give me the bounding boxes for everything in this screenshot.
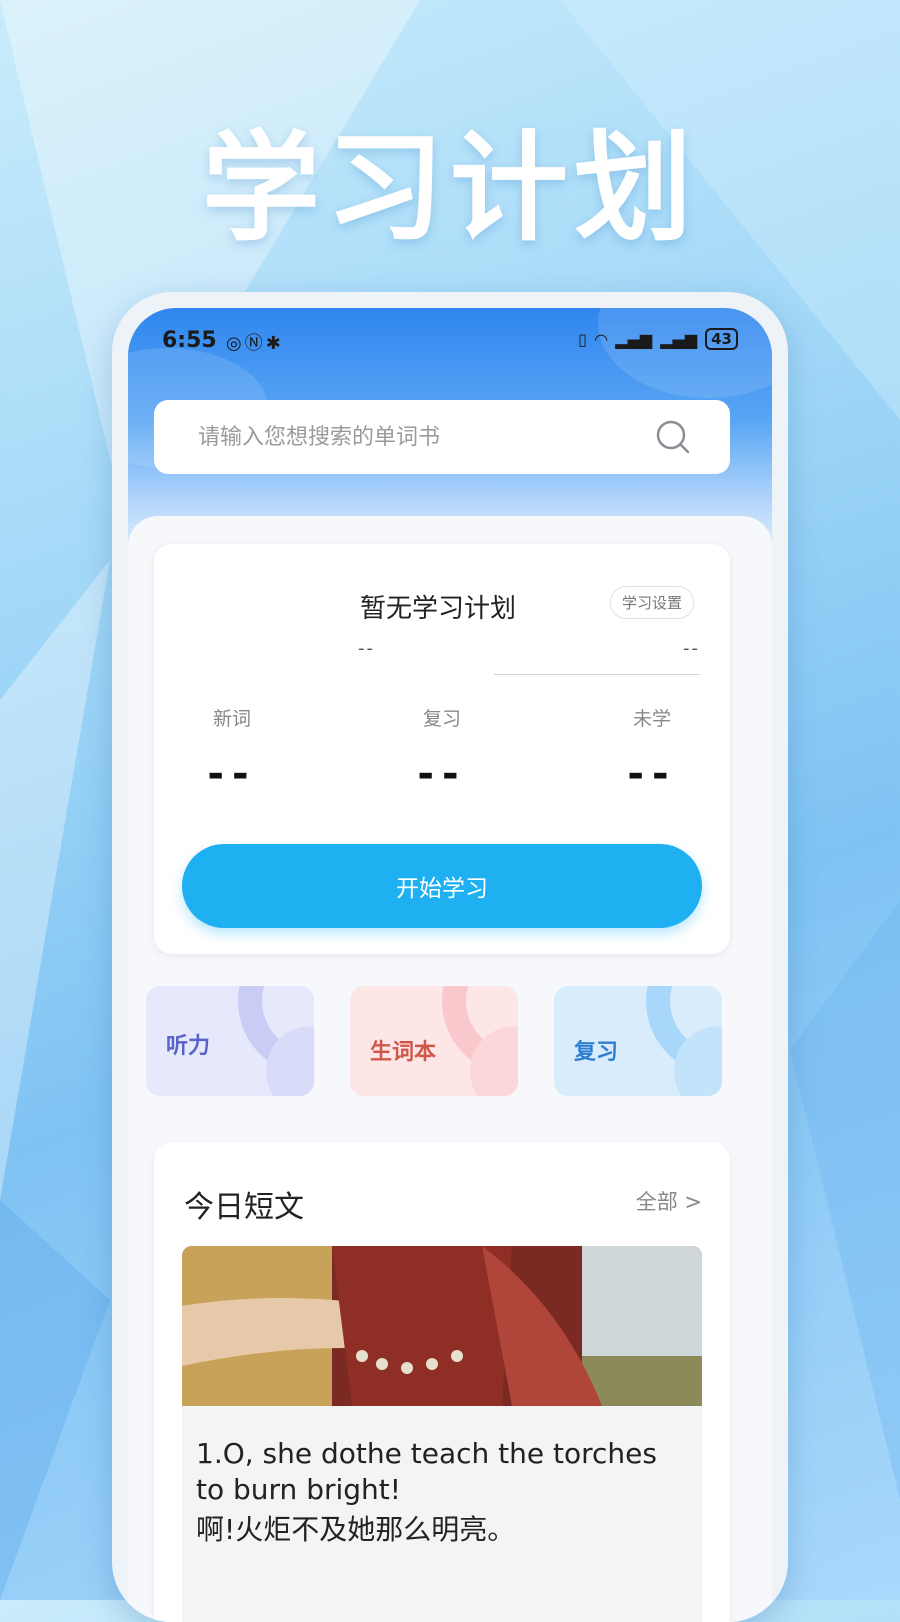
article-text-panel[interactable]: 1.O, she dothe teach the torches to burn… [182, 1406, 702, 1622]
status-left-icons: ◎Ⓝ✱ [226, 329, 284, 355]
wifi-icon: ◠ [594, 329, 608, 349]
status-bar: 6:55 ◎Ⓝ✱ ▯ ◠ ▂▄▆ ▂▄▆ 43 [128, 308, 772, 368]
status-right-icons: ▯ ◠ ▂▄▆ ▂▄▆ 43 [578, 328, 738, 350]
promo-title: 学习计划 [201, 119, 698, 257]
app-screen: 6:55 ◎Ⓝ✱ ▯ ◠ ▂▄▆ ▂▄▆ 43 暂无学习计划 学习设置 [128, 308, 772, 1622]
tile-review[interactable]: 复习 [554, 986, 722, 1096]
battery-icon: 43 [705, 328, 738, 350]
stat-label: 复习 [422, 708, 461, 730]
view-all-link[interactable]: 全部 > [636, 1186, 702, 1216]
stat-new-words: 新词 -- [172, 704, 292, 797]
article-image[interactable] [182, 1246, 702, 1406]
phone-frame: 6:55 ◎Ⓝ✱ ▯ ◠ ▂▄▆ ▂▄▆ 43 暂无学习计划 学习设置 [112, 292, 788, 1622]
article-chinese: 啊!火炬不及她那么明亮。 [196, 1513, 516, 1546]
tile-vocabulary-book[interactable]: 生词本 [350, 986, 518, 1096]
bluetooth-icon: ✱ [265, 333, 284, 354]
search-input[interactable] [196, 423, 640, 451]
nfc-icon: ◎ [226, 333, 245, 354]
vibrate-icon: ▯ [578, 329, 587, 349]
signal-icon: ▂▄▆ [615, 329, 653, 349]
tile-label: 听力 [166, 1034, 211, 1059]
signal-icon: ▂▄▆ [660, 329, 698, 349]
article-english: 1.O, she dothe teach the torches to burn… [196, 1437, 657, 1506]
stat-label: 新词 [212, 708, 251, 730]
study-settings-button[interactable]: 学习设置 [609, 586, 694, 619]
main-content: 暂无学习计划 学习设置 -- -- 新词 -- 复习 -- 未学 -- 开始学习 [128, 516, 772, 1622]
stat-unlearned: 未学 -- [592, 704, 712, 797]
stat-value: -- [627, 751, 677, 797]
article-heading: 今日短文 [184, 1190, 304, 1225]
daily-article-card: 今日短文 全部 > 1.O, she dothe teach the torch… [154, 1142, 730, 1622]
tile-label: 复习 [574, 1040, 619, 1065]
status-time: 6:55 [162, 328, 217, 353]
stat-value: -- [207, 751, 257, 797]
stat-value: -- [417, 751, 467, 797]
plan-subtitle-right: -- [683, 638, 700, 659]
tile-listening[interactable]: 听力 [146, 986, 314, 1096]
stat-label: 未学 [632, 708, 671, 730]
search-bar[interactable] [154, 400, 730, 474]
start-learning-button[interactable]: 开始学习 [182, 844, 702, 928]
plan-title: 暂无学习计划 [360, 594, 517, 624]
plan-divider [494, 674, 700, 675]
search-icon[interactable] [654, 418, 692, 456]
tile-label: 生词本 [370, 1040, 437, 1065]
plan-subtitle-left: -- [358, 638, 375, 659]
study-plan-card: 暂无学习计划 学习设置 -- -- 新词 -- 复习 -- 未学 -- 开始学习 [154, 544, 730, 954]
stat-review: 复习 -- [382, 704, 502, 797]
painting-illustration [182, 1246, 702, 1406]
n-icon: Ⓝ [244, 333, 266, 354]
